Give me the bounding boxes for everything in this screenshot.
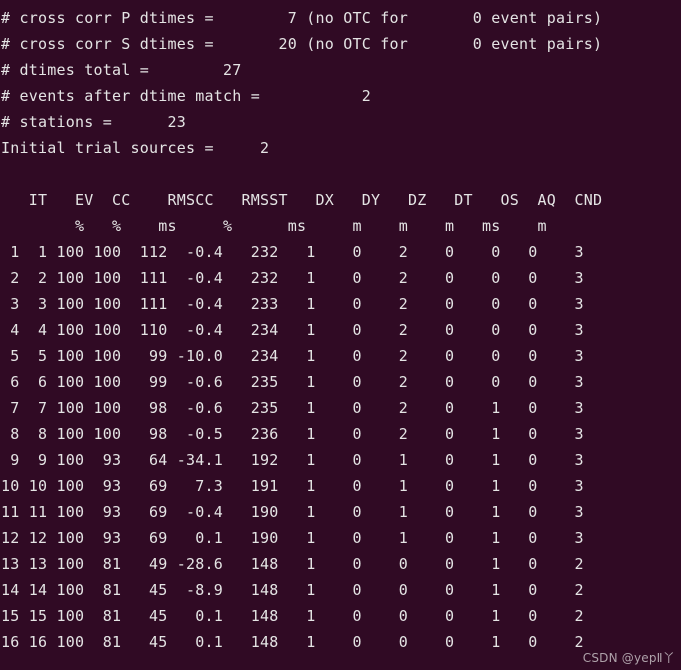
table-row: 1 1 100 100 112 -0.4 232 1 0 2 0 0 0 3 [1, 243, 584, 261]
csdn-watermark: CSDN @yepⅡ丫 [582, 651, 675, 665]
table-row: 12 12 100 93 69 0.1 190 1 0 1 0 1 0 3 [1, 529, 584, 547]
summary-line-dtimes-total: # dtimes total = 27 [1, 61, 242, 79]
table-row: 2 2 100 100 111 -0.4 232 1 0 2 0 0 0 3 [1, 269, 584, 287]
table-row: 11 11 100 93 69 -0.4 190 1 0 1 0 1 0 3 [1, 503, 584, 521]
table-header-row: IT EV CC RMSCC RMSST DX DY DZ DT OS AQ C… [1, 191, 603, 209]
table-row: 14 14 100 81 45 -8.9 148 1 0 0 0 1 0 2 [1, 581, 584, 599]
summary-line-initial-trial-sources: Initial trial sources = 2 [1, 139, 270, 157]
table-row: 8 8 100 100 98 -0.5 236 1 0 2 0 1 0 3 [1, 425, 584, 443]
table-units-row: % % ms % ms m m m ms m [1, 217, 547, 235]
terminal-output[interactable]: # cross corr P dtimes = 7 (no OTC for 0 … [0, 0, 681, 670]
table-row: 10 10 100 93 69 7.3 191 1 0 1 0 1 0 3 [1, 477, 584, 495]
summary-line-events-after-dtime-match: # events after dtime match = 2 [1, 87, 372, 105]
table-row: 13 13 100 81 49 -28.6 148 1 0 0 0 1 0 2 [1, 555, 584, 573]
summary-line-cross-corr-p: # cross corr P dtimes = 7 (no OTC for 0 … [1, 9, 603, 27]
table-row: 3 3 100 100 111 -0.4 233 1 0 2 0 0 0 3 [1, 295, 584, 313]
table-row: 7 7 100 100 98 -0.6 235 1 0 2 0 1 0 3 [1, 399, 584, 417]
table-row: 9 9 100 93 64 -34.1 192 1 0 1 0 1 0 3 [1, 451, 584, 469]
table-row: 16 16 100 81 45 0.1 148 1 0 0 0 1 0 2 [1, 633, 584, 651]
table-row: 15 15 100 81 45 0.1 148 1 0 0 0 1 0 2 [1, 607, 584, 625]
table-row: 5 5 100 100 99 -10.0 234 1 0 2 0 0 0 3 [1, 347, 584, 365]
summary-line-cross-corr-s: # cross corr S dtimes = 20 (no OTC for 0… [1, 35, 603, 53]
summary-line-stations: # stations = 23 [1, 113, 187, 131]
table-row: 6 6 100 100 99 -0.6 235 1 0 2 0 0 0 3 [1, 373, 584, 391]
table-row: 4 4 100 100 110 -0.4 234 1 0 2 0 0 0 3 [1, 321, 584, 339]
